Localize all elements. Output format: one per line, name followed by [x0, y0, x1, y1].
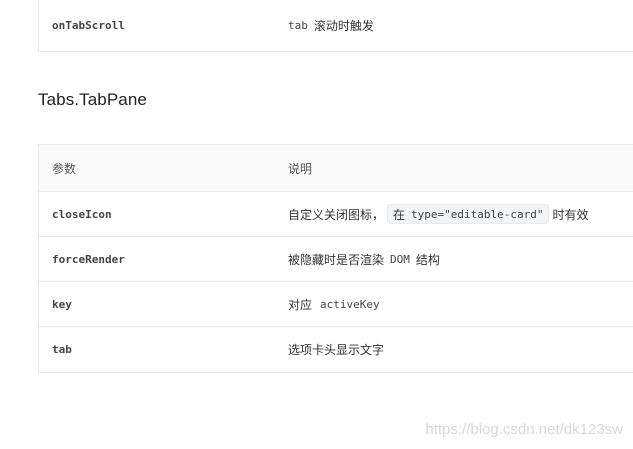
description-cell: 选项卡头显示文字	[288, 327, 384, 372]
table-row: onTabScroll tab 滚动时触发	[39, 0, 633, 51]
param-name: forceRender	[52, 252, 125, 266]
param-cell: forceRender	[52, 237, 125, 281]
description-cell: tab 滚动时触发	[288, 0, 374, 51]
watermark: https://blog.csdn.net/dk123sw	[425, 421, 623, 438]
param-name: onTabScroll	[52, 18, 125, 32]
inline-code: tab	[288, 18, 308, 32]
param-cell: tab	[52, 327, 72, 372]
description-text: 滚动时触发	[313, 18, 374, 33]
previous-api-table: onTabScroll tab 滚动时触发	[38, 0, 633, 52]
description-text: 对应	[288, 297, 313, 312]
description-text: 时有效	[552, 207, 589, 222]
inline-code: activeKey	[320, 297, 380, 311]
header-description: 说明	[288, 161, 313, 176]
description-text: 被隐藏时是否渲染	[288, 252, 385, 267]
param-name: closeIcon	[52, 207, 112, 221]
description-cell: 对应 activeKey	[288, 282, 380, 326]
param-name: key	[52, 297, 72, 311]
description-cell: 被隐藏时是否渲染 DOM 结构	[288, 237, 440, 281]
table-row: tab 选项卡头显示文字	[39, 327, 633, 372]
table-row: closeIcon 自定义关闭图标， 在 type="editable-card…	[39, 192, 633, 237]
description-cell: 自定义关闭图标， 在 type="editable-card" 时有效	[288, 192, 589, 236]
inline-code: 在 type="editable-card"	[387, 204, 550, 224]
param-cell: onTabScroll	[52, 0, 125, 51]
description-text: 自定义关闭图标，	[288, 207, 385, 222]
description-text: 结构	[415, 252, 440, 267]
param-cell: key	[52, 282, 72, 326]
table-row: key 对应 activeKey	[39, 282, 633, 327]
param-name: tab	[52, 343, 72, 356]
table-row: forceRender 被隐藏时是否渲染 DOM 结构	[39, 237, 633, 282]
header-param: 参数	[52, 161, 77, 176]
inline-code: DOM	[390, 252, 410, 266]
table-header-row: 参数 说明	[39, 145, 633, 192]
section-title: Tabs.TabPane	[38, 90, 147, 109]
description-text: 选项卡头显示文字	[288, 343, 385, 357]
param-cell: closeIcon	[52, 192, 112, 236]
tabpane-api-table: 参数 说明 closeIcon 自定义关闭图标， 在 type="editabl…	[38, 144, 633, 373]
